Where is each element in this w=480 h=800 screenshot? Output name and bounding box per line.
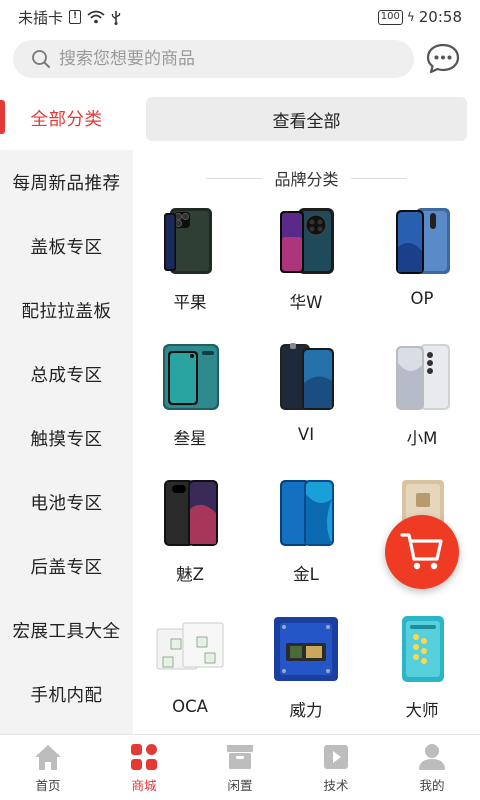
bottom-nav: 首页 商城 闲置 技术 我的 <box>0 734 480 800</box>
brand-item-op[interactable]: OP <box>377 207 467 327</box>
tab-home[interactable]: 首页 <box>0 735 96 800</box>
mall-grid-icon <box>131 744 157 770</box>
tab-label: 闲置 <box>227 778 253 793</box>
divider <box>350 177 407 179</box>
brand-image <box>280 343 334 410</box>
sidebar-item-label: 每周新品推荐 <box>12 173 121 194</box>
sidebar-item-peilala-cover[interactable]: 配拉拉盖板 <box>0 278 133 342</box>
search-box[interactable] <box>13 40 414 78</box>
brand-image <box>402 616 444 682</box>
sidebar-item-battery[interactable]: 电池专区 <box>0 470 133 534</box>
brand-label: 大师 <box>405 701 439 720</box>
main-content: 查看全部 品牌分类 平果 华W OP 叁星 VI 小M 魅Z 金L OCA 威力… <box>133 86 480 734</box>
carrier-text: 未插卡 <box>18 8 64 27</box>
status-bar: 未插卡 ! 100 ϟ 20:58 <box>0 0 480 34</box>
tab-label: 技术 <box>323 778 349 793</box>
battery-indicator: 100 <box>377 9 403 25</box>
tab-label: 商城 <box>131 778 157 793</box>
sidebar-item-label: 触摸专区 <box>30 429 103 450</box>
sidebar-item-label: 总成专区 <box>30 365 103 386</box>
tab-mall[interactable]: 商城 <box>96 735 192 800</box>
cart-icon <box>400 533 443 570</box>
brand-item-huaw[interactable]: 华W <box>261 207 351 327</box>
tab-tech[interactable]: 技术 <box>288 735 384 800</box>
play-icon <box>324 745 348 769</box>
brand-label: 叁星 <box>173 429 207 448</box>
sidebar-item-assembly[interactable]: 总成专区 <box>0 342 133 406</box>
brand-image <box>280 480 334 546</box>
view-all-button[interactable]: 查看全部 <box>146 97 467 141</box>
divider <box>206 177 263 179</box>
section-title: 品牌分类 <box>133 166 480 190</box>
brand-label: 小M <box>406 429 438 448</box>
sidebar-item-label: 后盖专区 <box>30 557 103 578</box>
box-icon <box>227 745 253 769</box>
brand-image <box>396 344 450 410</box>
brand-label: 威力 <box>289 701 323 720</box>
app-screen: 未插卡 ! 100 ϟ 20:58 搜索您想要的商品 全部分类 每周新品推荐 盖… <box>0 0 480 800</box>
brand-image <box>164 480 218 546</box>
tab-label: 我的 <box>419 778 445 793</box>
sidebar-item-label: 电池专区 <box>30 493 103 514</box>
message-icon[interactable] <box>425 41 461 77</box>
home-icon <box>35 745 61 770</box>
sidebar-item-all[interactable]: 全部分类 <box>0 86 133 150</box>
usb-icon <box>111 10 121 25</box>
brand-label: 华W <box>289 293 323 312</box>
section-title-text: 品牌分类 <box>274 170 339 189</box>
brand-label: OP <box>410 289 434 308</box>
brand-item-dashi[interactable]: 大师 <box>377 615 467 735</box>
brand-image <box>163 344 219 410</box>
user-icon <box>419 744 445 770</box>
brand-item-jinl[interactable]: 金L <box>261 479 351 599</box>
sim-alert-icon: ! <box>69 10 82 24</box>
tab-label: 首页 <box>35 778 61 793</box>
brand-label: VI <box>297 425 315 444</box>
sidebar-item-label: 配拉拉盖板 <box>21 301 112 322</box>
brand-item-vi[interactable]: VI <box>261 343 351 463</box>
brand-image <box>156 622 224 670</box>
cart-button[interactable] <box>385 515 459 589</box>
sidebar-item-label: 全部分类 <box>30 109 103 130</box>
brand-item-meiz[interactable]: 魅Z <box>145 479 235 599</box>
sidebar-item-weekly-new[interactable]: 每周新品推荐 <box>0 150 133 214</box>
brand-label: 金L <box>293 565 319 584</box>
brand-label: 平果 <box>173 293 207 312</box>
category-sidebar: 全部分类 每周新品推荐 盖板专区 配拉拉盖板 总成专区 触摸专区 电池专区 后盖… <box>0 86 133 734</box>
search-icon <box>32 50 50 68</box>
search-input[interactable] <box>59 49 379 69</box>
brand-item-sanxing[interactable]: 叁星 <box>145 343 235 463</box>
brand-image <box>274 617 338 681</box>
sidebar-item-label: 盖板专区 <box>30 237 103 258</box>
brand-image <box>396 208 450 274</box>
wifi-icon <box>87 10 105 24</box>
search-row <box>0 38 480 82</box>
brand-item-oca[interactable]: OCA <box>145 615 235 735</box>
sidebar-item-touch[interactable]: 触摸专区 <box>0 406 133 470</box>
sidebar-item-tools[interactable]: 宏展工具大全 <box>0 598 133 662</box>
brand-label: OCA <box>172 697 208 716</box>
sidebar-item-back-cover[interactable]: 后盖专区 <box>0 534 133 598</box>
sidebar-item-internal-parts[interactable]: 手机内配 <box>0 662 133 726</box>
brand-label: 魅Z <box>176 565 204 584</box>
clock-text: 20:58 <box>418 8 462 26</box>
sidebar-item-cover-glass[interactable]: 盖板专区 <box>0 214 133 278</box>
brand-item-xiaom[interactable]: 小M <box>377 343 467 463</box>
tab-mine[interactable]: 我的 <box>384 735 480 800</box>
brand-item-pingguo[interactable]: 平果 <box>145 207 235 327</box>
tab-idle[interactable]: 闲置 <box>192 735 288 800</box>
sidebar-item-label: 宏展工具大全 <box>12 621 121 642</box>
brand-item-weili[interactable]: 威力 <box>261 615 351 735</box>
brand-image <box>164 208 212 274</box>
sidebar-item-label: 手机内配 <box>30 685 103 706</box>
brand-image <box>280 208 334 274</box>
charging-icon: ϟ <box>406 10 415 24</box>
